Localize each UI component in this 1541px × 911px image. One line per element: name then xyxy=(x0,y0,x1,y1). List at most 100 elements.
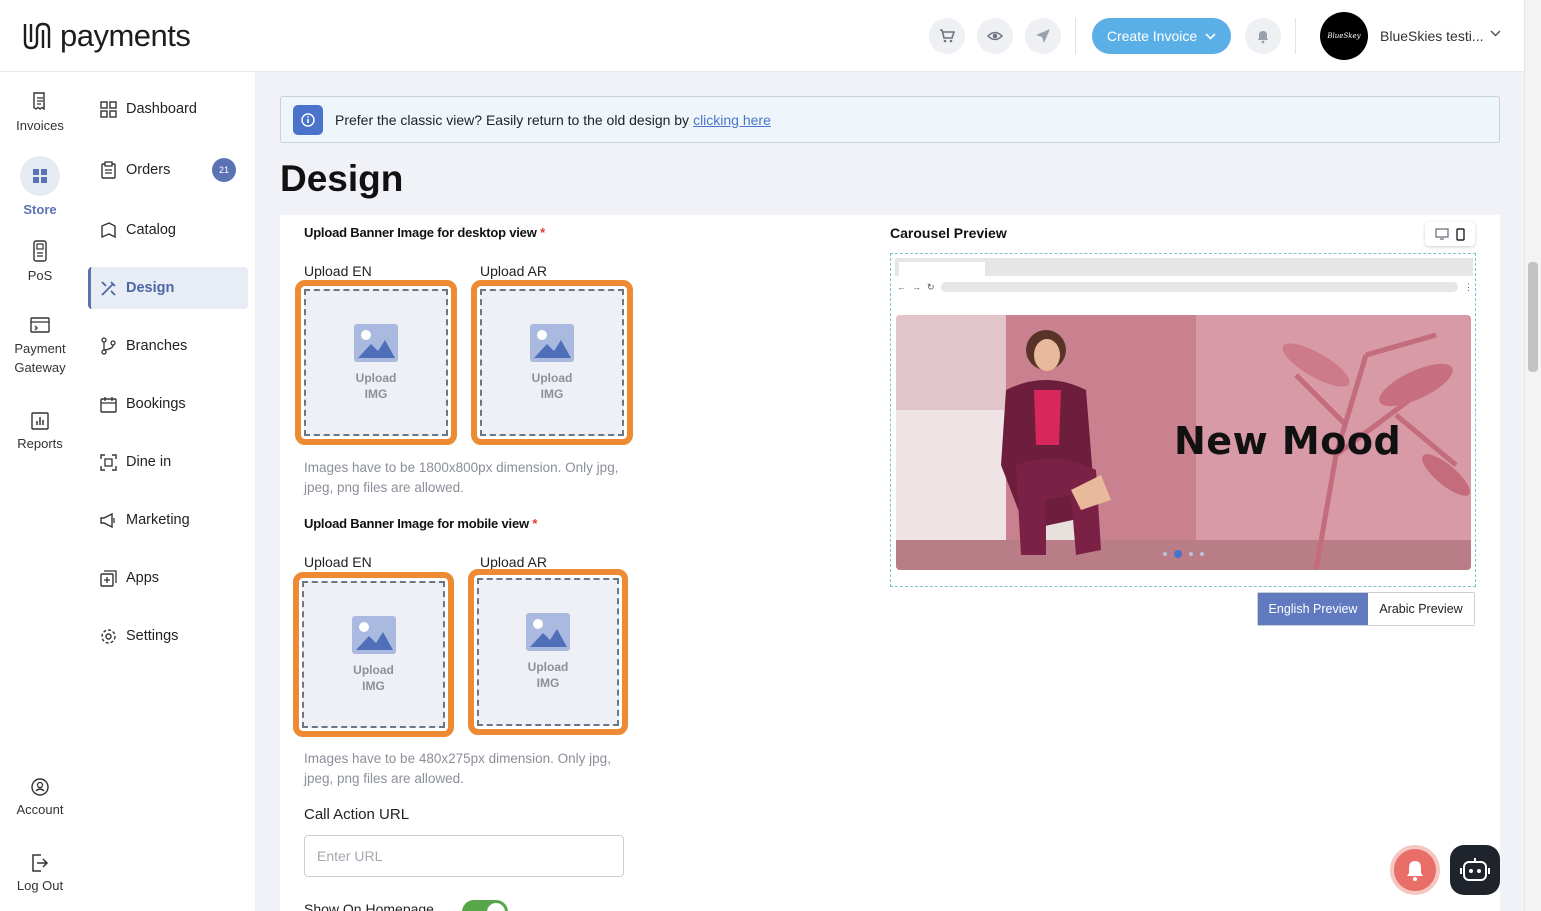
carousel-dot-active[interactable] xyxy=(1174,550,1182,558)
mobile-upload-en[interactable]: Upload IMG xyxy=(293,572,454,737)
pos-icon xyxy=(33,240,47,262)
account-icon xyxy=(31,778,49,796)
nav-item-bookings[interactable]: Bookings xyxy=(88,383,248,425)
hero-text: New Mood xyxy=(1174,419,1402,463)
browser-chrome xyxy=(895,258,1473,276)
desktop-icon[interactable] xyxy=(1435,228,1449,240)
reload-icon: ↻ xyxy=(927,281,935,292)
notification-fab[interactable] xyxy=(1390,845,1440,895)
marketing-icon xyxy=(100,512,115,528)
nav-item-dashboard[interactable]: Dashboard xyxy=(88,88,248,130)
bookings-icon xyxy=(100,396,117,413)
nav-label: Catalog xyxy=(126,222,176,238)
payment-gateway-icon xyxy=(30,317,50,333)
send-button[interactable] xyxy=(1025,18,1061,54)
show-on-homepage-toggle[interactable] xyxy=(462,900,508,911)
nav-item-orders[interactable]: Orders 21 xyxy=(88,149,248,191)
branches-icon xyxy=(101,337,116,355)
nav-item-marketing[interactable]: Marketing xyxy=(88,499,248,541)
carousel-preview-title: Carousel Preview xyxy=(890,225,1007,241)
nav-item-catalog[interactable]: Catalog xyxy=(88,209,248,251)
cart-icon xyxy=(940,29,955,43)
rail-item-store[interactable]: Store xyxy=(0,156,80,217)
upload-text: Upload IMG xyxy=(353,662,394,693)
mobile-upload-title: Upload Banner Image for mobile view * xyxy=(304,516,538,531)
nav-item-branches[interactable]: Branches xyxy=(88,325,248,367)
upload-text: Upload IMG xyxy=(355,370,397,401)
upload-en-label: Upload EN xyxy=(304,554,372,570)
hero-banner-image: New Mood xyxy=(896,315,1471,570)
avatar[interactable]: BlueSkey xyxy=(1320,12,1368,60)
classic-view-banner: Prefer the classic view? Easily return t… xyxy=(280,96,1500,143)
rail-item-logout[interactable]: Log Out xyxy=(0,854,80,893)
mobile-icon[interactable] xyxy=(1456,227,1465,241)
rail-item-reports[interactable]: Reports xyxy=(0,412,80,451)
call-action-url-input[interactable] xyxy=(304,835,624,877)
carousel-dot[interactable] xyxy=(1189,552,1193,556)
mobile-upload-ar[interactable]: Upload IMG xyxy=(468,569,628,735)
dashboard-icon xyxy=(100,100,117,118)
nav-label: Apps xyxy=(126,570,160,586)
carousel-dot[interactable] xyxy=(1200,552,1204,556)
design-icon xyxy=(101,280,116,296)
invoice-icon xyxy=(33,92,45,111)
desktop-upload-title: Upload Banner Image for desktop view * xyxy=(304,225,545,240)
rail-item-pos[interactable]: PoS xyxy=(0,240,80,283)
rail-label: Payment Gateway xyxy=(14,341,66,375)
back-arrow-icon: ← xyxy=(897,282,906,292)
preview-store-button[interactable] xyxy=(977,18,1013,54)
store-icon xyxy=(33,169,47,183)
support-chat-button[interactable] xyxy=(1450,845,1500,895)
rail-item-account[interactable]: Account xyxy=(0,778,80,817)
logout-icon xyxy=(32,854,49,872)
info-icon xyxy=(293,104,323,135)
catalog-icon xyxy=(101,221,116,238)
nav-label: Dashboard xyxy=(126,101,197,117)
nav-item-settings[interactable]: Settings xyxy=(88,615,248,657)
cart-button[interactable] xyxy=(929,18,965,54)
carousel-dots[interactable] xyxy=(1163,550,1204,558)
bell-icon xyxy=(1258,31,1268,44)
rail-item-payment-gateway[interactable]: Payment Gateway xyxy=(0,317,80,377)
create-invoice-button[interactable]: Create Invoice xyxy=(1092,18,1231,54)
logo[interactable]: payments xyxy=(22,18,191,54)
account-name[interactable]: BlueSkies testi... xyxy=(1380,28,1488,44)
upload-text: Upload IMG xyxy=(527,660,569,690)
english-preview-button[interactable]: English Preview xyxy=(1258,593,1368,625)
nav-label: Design xyxy=(126,280,175,296)
page-scrollbar[interactable] xyxy=(1524,0,1541,911)
notifications-button[interactable] xyxy=(1245,18,1281,54)
banner-text: Prefer the classic view? Easily return t… xyxy=(335,111,690,128)
reports-icon xyxy=(31,412,49,430)
store-nav: Dashboard Orders 21 Catalog Design Branc… xyxy=(80,72,256,911)
nav-item-dine-in[interactable]: Dine in xyxy=(88,441,248,483)
device-switch xyxy=(1425,222,1475,246)
top-bar: payments Create Invoice BlueSkey BlueSki… xyxy=(0,0,1524,72)
rail-label: Account xyxy=(16,802,64,817)
rail-label: Invoices xyxy=(16,118,64,133)
nav-item-apps[interactable]: Apps xyxy=(88,557,248,599)
desktop-upload-en[interactable]: Upload IMG xyxy=(295,280,457,445)
logo-text: payments xyxy=(60,18,191,53)
upload-ar-label: Upload AR xyxy=(480,554,547,570)
rail-label: Store xyxy=(23,202,57,217)
carousel-preview: ← → ↻ ⋮ New Mood xyxy=(890,253,1476,587)
chevron-down-icon[interactable] xyxy=(1490,30,1501,37)
divider xyxy=(1295,18,1296,54)
upload-text: Upload IMG xyxy=(531,370,573,401)
preview-language-toggle: English Preview Arabic Preview xyxy=(1257,592,1475,626)
rail-label: Log Out xyxy=(16,878,64,893)
image-icon xyxy=(530,323,574,362)
carousel-dot[interactable] xyxy=(1163,552,1167,556)
orders-count-badge: 21 xyxy=(212,158,236,182)
desktop-upload-hint: Images have to be 1800x800px dimension. … xyxy=(304,460,619,495)
desktop-upload-ar[interactable]: Upload IMG xyxy=(471,280,633,445)
rail-item-invoices[interactable]: Invoices xyxy=(0,92,80,133)
classic-view-link[interactable]: clicking here xyxy=(693,112,771,128)
browser-nav: ← → ↻ ⋮ xyxy=(897,276,1473,298)
apps-icon xyxy=(100,569,117,587)
arabic-preview-button[interactable]: Arabic Preview xyxy=(1368,593,1474,625)
scrollbar-thumb[interactable] xyxy=(1528,262,1538,372)
nav-item-design[interactable]: Design xyxy=(88,267,248,309)
send-icon xyxy=(1036,29,1050,43)
